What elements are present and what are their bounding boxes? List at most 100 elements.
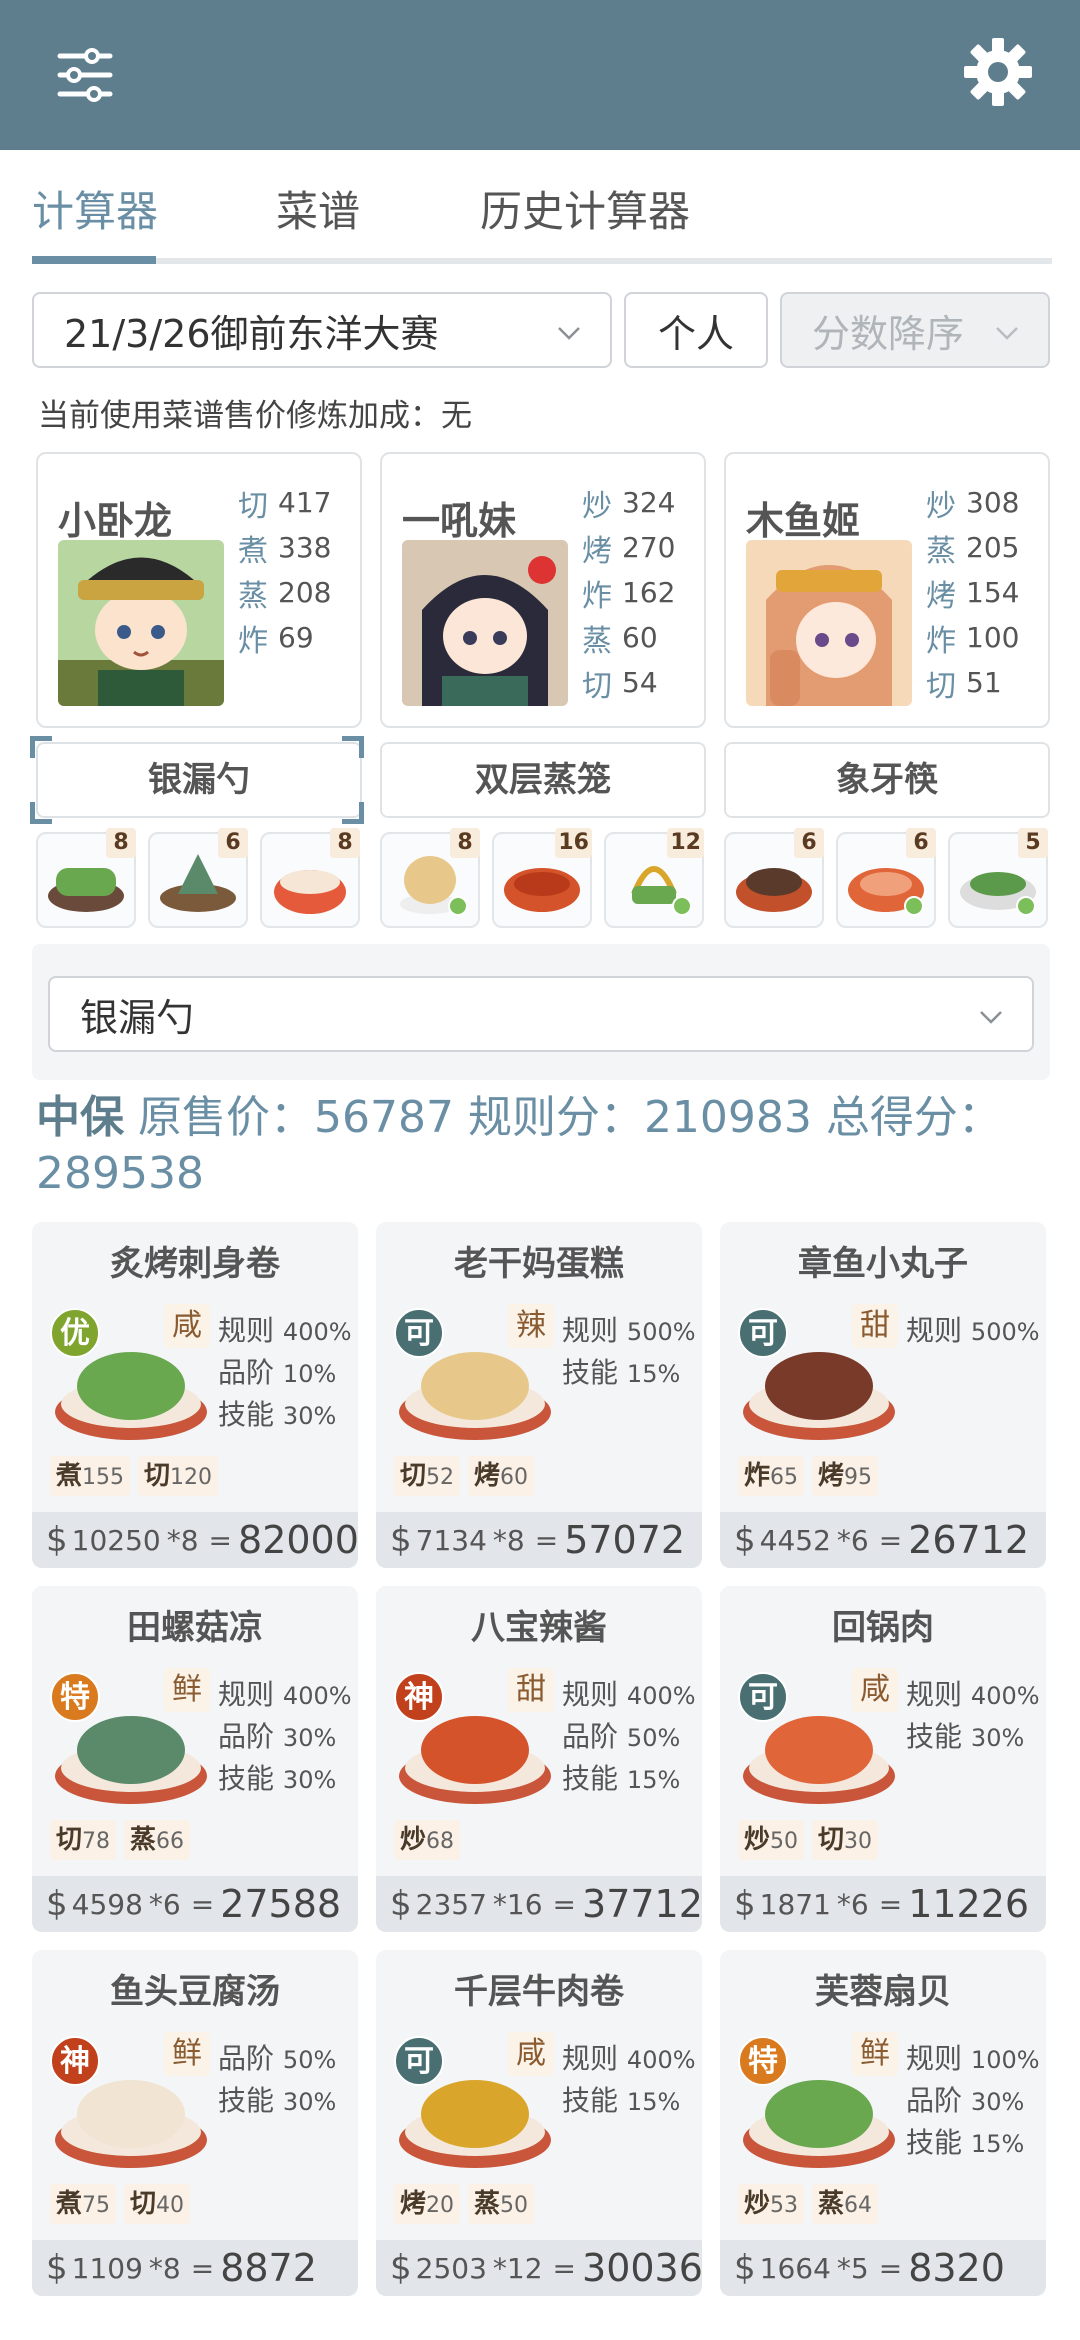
chef-name: 一吼妹 xyxy=(402,499,517,543)
equals-sign: = xyxy=(552,1887,577,1921)
chef-skill: 切 54 xyxy=(582,666,658,704)
dish-card[interactable]: 芙蓉扇贝 特 鲜规则 100% 品阶 30% 技能 15% 炒53 蒸64 $ 1664 … xyxy=(720,1950,1046,2296)
price-bar: $ 7134 *8 = 57072 xyxy=(376,1512,702,1568)
dish-total: 30036 xyxy=(582,2246,702,2290)
grade-badge: 可 xyxy=(738,1672,788,1722)
equals-sign: = xyxy=(878,1523,903,1557)
check-icon xyxy=(672,896,692,916)
dish-card[interactable]: 田螺菇凉 特 鲜规则 400% 品阶 30% 技能 30% 切78 蒸66 $ 4598 … xyxy=(32,1586,358,1932)
chef-avatar xyxy=(746,540,912,706)
selection-corner xyxy=(342,736,364,758)
mini-dish-item[interactable]: 8 xyxy=(260,828,360,928)
chef-skill: 炸 162 xyxy=(582,576,676,614)
settings-gear-icon[interactable] xyxy=(958,32,1038,112)
dish-total: 8320 xyxy=(908,2246,1005,2290)
dish-bonus-stat: 规则 400% xyxy=(562,1678,696,1711)
skill-requirement: 切78 xyxy=(50,1820,117,1860)
dish-bonus-stat: 规则 500% xyxy=(906,1314,1040,1347)
quantity-badge: 12 xyxy=(667,828,704,858)
quantity-badge: 5 xyxy=(1018,828,1048,858)
dish-bonus-stat: 品阶 50% xyxy=(218,2042,337,2075)
mini-dish-item[interactable]: 8 xyxy=(36,828,136,928)
unit-price: 7134 xyxy=(415,1523,487,1557)
dish-card[interactable]: 老干妈蛋糕 可 辣规则 500% 技能 15% 切52 烤60 $ 7134 *8 = … xyxy=(376,1222,702,1568)
price-bar: $ 4598 *6 = 27588 xyxy=(32,1876,358,1932)
dish-name: 章鱼小丸子 xyxy=(798,1244,968,1284)
quantity-multiplier: *8 xyxy=(148,2251,181,2285)
dish-name: 芙蓉扇贝 xyxy=(815,1972,951,2012)
skill-requirement: 炸65 xyxy=(738,1456,805,1496)
chevron-down-icon xyxy=(558,327,580,340)
equals-sign: = xyxy=(190,1887,215,1921)
equipment-button[interactable]: 双层蒸笼 xyxy=(380,742,706,818)
chef-skill: 炸 69 xyxy=(238,621,314,659)
contest-select-value: 21/3/26御前东洋大赛 xyxy=(64,311,439,356)
dish-card[interactable]: 千层牛肉卷 可 咸规则 400% 技能 15% 烤20 蒸50 $ 2503 *12 =… xyxy=(376,1950,702,2296)
mini-dish-item[interactable]: 6 xyxy=(724,828,824,928)
selection-corner xyxy=(30,736,52,758)
grade-badge: 神 xyxy=(394,1672,444,1722)
unit-price: 2357 xyxy=(415,1887,487,1921)
unit-price: 2503 xyxy=(415,2251,487,2285)
dollar-icon: $ xyxy=(390,1520,412,1560)
chef-skill: 蒸 208 xyxy=(238,576,332,614)
quantity-badge: 6 xyxy=(218,828,248,858)
tab-calculator[interactable]: 计算器 xyxy=(32,178,158,239)
dish-bonus-stat: 规则 400% xyxy=(562,2042,696,2075)
dish-name: 回锅肉 xyxy=(832,1608,934,1648)
chef-skill: 煮 338 xyxy=(238,531,332,569)
mini-dish-item[interactable]: 8 xyxy=(380,828,480,928)
skill-requirement: 蒸66 xyxy=(124,1820,191,1860)
chef-card[interactable]: 小卧龙 切 417 煮 338 蒸 208 炸 69 xyxy=(36,452,362,728)
skill-requirement: 烤60 xyxy=(468,1456,535,1496)
dish-bonus-stat: 品阶 30% xyxy=(218,1720,337,1753)
dish-card[interactable]: 炙烤刺身卷 优 咸规则 400% 品阶 10% 技能 30% 煮155 切120 $ 10… xyxy=(32,1222,358,1568)
score-summary-text: 原售价：56787 规则分：210983 总得分：289538 xyxy=(36,1092,1002,1199)
chef-card[interactable]: 木鱼姬 炒 308 蒸 205 烤 154 炸 100 切 51 xyxy=(724,452,1050,728)
chef-skill: 炒 324 xyxy=(582,486,676,524)
dish-card[interactable]: 回锅肉 可 咸规则 400% 技能 30% 炒50 切30 $ 1871 *6 = 11… xyxy=(720,1586,1046,1932)
price-bar: $ 1664 *5 = 8320 xyxy=(720,2240,1046,2296)
tab-recipes[interactable]: 菜谱 xyxy=(276,178,360,239)
dish-total: 82000 xyxy=(238,1518,358,1562)
dish-total: 26712 xyxy=(908,1518,1030,1562)
dish-bonus-stat: 规则 400% xyxy=(906,1678,1040,1711)
selection-corner xyxy=(342,802,364,824)
flavor-tag: 咸 xyxy=(508,2032,554,2076)
chef-avatar xyxy=(58,540,224,706)
tab-history-calculator[interactable]: 历史计算器 xyxy=(480,178,690,239)
flavor-tag: 辣 xyxy=(508,1304,554,1348)
skill-requirement: 蒸64 xyxy=(812,2184,879,2224)
sort-select[interactable]: 分数降序 xyxy=(780,292,1050,368)
mode-select-value: 个人 xyxy=(657,311,734,356)
chef-card[interactable]: 一吼妹 炒 324 烤 270 炸 162 蒸 60 切 54 xyxy=(380,452,706,728)
chef-skill: 烤 154 xyxy=(926,576,1020,614)
dish-card[interactable]: 鱼头豆腐汤 神 鲜品阶 50% 技能 30% 煮75 切40 $ 1109 *8 = 8… xyxy=(32,1950,358,2296)
equals-sign: = xyxy=(552,2251,577,2285)
dish-total: 8872 xyxy=(220,2246,317,2290)
equipment-select[interactable]: 银漏勺 xyxy=(48,976,1034,1052)
equipment-button[interactable]: 象牙筷 xyxy=(724,742,1050,818)
contest-select[interactable]: 21/3/26御前东洋大赛 xyxy=(32,292,612,368)
flavor-tag: 甜 xyxy=(508,1668,554,1712)
chef-skill: 蒸 205 xyxy=(926,531,1020,569)
equipment-button-selected[interactable]: 银漏勺 xyxy=(36,742,362,818)
mini-dish-item[interactable]: 6 xyxy=(148,828,248,928)
mode-select[interactable]: 个人 xyxy=(624,292,768,368)
dollar-icon: $ xyxy=(734,2248,756,2288)
skill-requirement: 切52 xyxy=(394,1456,461,1496)
mini-dish-item[interactable]: 12 xyxy=(604,828,704,928)
dish-bonus-stat: 规则 100% xyxy=(906,2042,1040,2075)
mini-dish-item[interactable]: 5 xyxy=(948,828,1048,928)
chef-skill: 炸 100 xyxy=(926,621,1020,659)
dish-bonus-stat: 技能 30% xyxy=(218,1762,337,1795)
dish-card[interactable]: 八宝辣酱 神 甜规则 400% 品阶 50% 技能 15% 炒68 $ 2357 *16… xyxy=(376,1586,702,1932)
dish-bonus-stat: 技能 15% xyxy=(562,1356,681,1389)
mini-dish-item[interactable]: 6 xyxy=(836,828,936,928)
equals-sign: = xyxy=(190,2251,215,2285)
filter-menu-icon[interactable] xyxy=(50,40,120,110)
dish-card[interactable]: 章鱼小丸子 可 甜规则 500% 炸65 烤95 $ 4452 *6 = 26712 xyxy=(720,1222,1046,1568)
chef-name: 木鱼姬 xyxy=(746,499,861,543)
dish-name: 鱼头豆腐汤 xyxy=(110,1972,280,2012)
mini-dish-item[interactable]: 16 xyxy=(492,828,592,928)
